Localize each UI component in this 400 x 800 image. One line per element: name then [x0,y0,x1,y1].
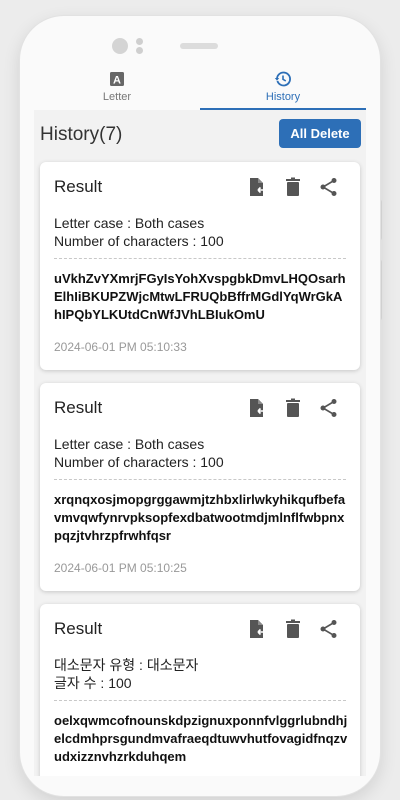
card-title: Result [54,619,103,638]
divider [54,700,346,701]
tab-bar: A Letter History [34,64,366,110]
history-icon [274,71,291,87]
share-icon[interactable] [318,397,340,419]
character-count-text: 글자 수 : 100 [54,675,132,691]
card-settings: 대소문자 유형 : 대소문자 글자 수 : 100 [54,656,198,692]
timestamp: 2024-06-01 PM 05:10:25 [54,561,187,575]
card-settings: Letter case : Both cases Number of chara… [54,435,224,471]
delete-icon[interactable] [282,618,304,640]
divider [54,479,346,480]
card-title: Result [54,398,103,417]
letter-case-text: 대소문자 유형 : 대소문자 [54,657,199,673]
card-settings: Letter case : Both cases Number of chara… [54,214,224,250]
export-file-icon[interactable] [246,397,268,419]
history-card: Result [40,604,360,776]
generated-text: uVkhZvYXmrjFGyIsYohXvspgbkDmvLHQOsarhElh… [54,271,346,322]
generated-text: xrqnqxosjmopgrggawmjtzhbxlirlwkyhikqufbe… [54,492,346,543]
delete-icon[interactable] [282,397,304,419]
character-count-text: Number of characters : 100 [54,454,224,470]
active-tab-indicator [200,108,366,110]
share-icon[interactable] [318,618,340,640]
app-screen: A Letter History History(7) All Delete R… [34,64,366,776]
share-icon[interactable] [318,176,340,198]
all-delete-button[interactable]: All Delete [279,119,361,148]
card-actions [246,176,346,198]
tab-letter[interactable]: A Letter [34,64,200,110]
camera [112,38,128,54]
speaker [180,43,218,49]
history-card: Result [40,383,360,591]
phone-frame: A Letter History History(7) All Delete R… [20,16,380,796]
card-actions [246,397,346,419]
tab-history[interactable]: History [200,64,366,110]
export-file-icon[interactable] [246,176,268,198]
delete-icon[interactable] [282,176,304,198]
generated-text: oelxqwmcofnounskdpzignuxponnfvlggrlubndh… [54,713,348,764]
tab-letter-label: Letter [102,91,132,103]
divider [54,258,346,259]
export-file-icon[interactable] [246,618,268,640]
page-title: History(7) [40,124,123,145]
letter-a-icon: A [110,72,124,87]
timestamp: 2024-06-01 PM 05:10:33 [54,340,187,354]
svg-text:A: A [113,75,121,87]
history-card: Result [40,162,360,370]
letter-case-text: Letter case : Both cases [54,436,205,452]
card-title: Result [54,177,103,196]
card-actions [246,618,346,640]
letter-case-text: Letter case : Both cases [54,215,205,231]
character-count-text: Number of characters : 100 [54,233,224,249]
tab-history-label: History [265,91,301,103]
sensor [136,38,144,54]
